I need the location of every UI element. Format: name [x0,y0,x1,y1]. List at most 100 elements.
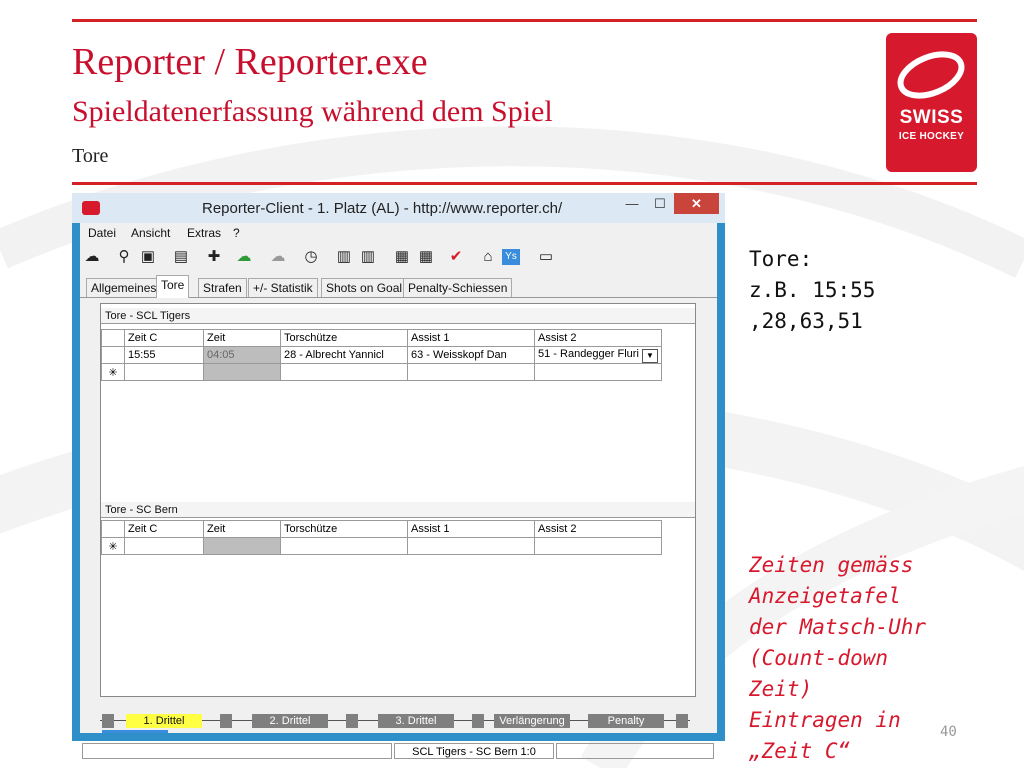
tore-panel: Tore - SCL Tigers Zeit C Zeit Torschütze… [100,303,696,697]
table-header-row: Zeit C Zeit Torschütze Assist 1 Assist 2 [101,329,662,347]
clipboard-icon[interactable]: ▤ [171,247,191,267]
save-icon[interactable]: ▣ [138,247,158,267]
period-verlaengerung[interactable]: Verlängerung [494,714,570,728]
slide-section: Tore [72,145,109,167]
new-row-marker[interactable]: ✳ [101,363,125,381]
menu-bar: Datei Ansicht Extras ? [80,223,717,243]
tab-shots-on-goal[interactable]: Shots on Goal [321,278,408,297]
cloud-download-icon[interactable]: ☁ [82,247,102,267]
header-rule [72,182,977,185]
zeit-cell [203,537,281,555]
menu-ansicht[interactable]: Ansicht [131,226,170,240]
torschuetze-cell[interactable] [280,363,408,381]
period-bar: 1. Drittel 2. Drittel 3. Drittel Verläng… [80,710,717,733]
zeit-c-cell[interactable]: 15:55 [124,346,204,364]
period-3-drittel[interactable]: 3. Drittel [378,714,454,728]
column-header[interactable]: Zeit C [124,329,204,347]
team-icon[interactable]: ▦ [416,247,436,267]
maximize-button[interactable]: ☐ [646,193,674,214]
column-header[interactable]: Zeit C [124,520,204,538]
swiss-ice-hockey-logo: SWISS ICE HOCKEY [886,33,977,172]
search-icon[interactable]: ⚲ [114,247,134,267]
assist1-cell[interactable]: 63 - Weisskopf Dan [407,346,535,364]
goals-table-away: Zeit C Zeit Torschütze Assist 1 Assist 2… [101,520,662,555]
column-header[interactable]: Zeit [203,329,281,347]
menu-extras[interactable]: Extras [187,226,221,240]
period-marker[interactable] [220,714,232,728]
puck-swoosh-icon [897,51,965,99]
window-titlebar[interactable]: Reporter-Client - 1. Platz (AL) - http:/… [72,193,725,223]
assist1-cell[interactable] [407,537,535,555]
period-marker[interactable] [472,714,484,728]
home-icon[interactable]: ⌂ [478,247,498,267]
status-field-empty [82,743,392,759]
column-header[interactable]: Torschütze [280,520,408,538]
period-progress [102,730,168,733]
period-1-drittel[interactable]: 1. Drittel [126,714,202,728]
period-marker[interactable] [102,714,114,728]
tab-tore[interactable]: Tore [156,275,190,298]
checkmark-icon[interactable]: ✔ [446,247,466,267]
assist1-cell[interactable] [407,363,535,381]
assist2-cell[interactable] [534,363,662,381]
column-header[interactable]: Zeit [203,520,281,538]
row-header-cell [101,329,125,347]
team-icon[interactable]: ▦ [392,247,412,267]
assist2-cell[interactable] [534,537,662,555]
new-row: ✳ [101,363,662,381]
cloud-icon[interactable]: ☁ [268,247,288,267]
column-header[interactable]: Assist 1 [407,520,535,538]
tab-allgemeines[interactable]: Allgemeines [86,278,162,297]
zeit-c-cell[interactable] [124,363,204,381]
status-bar: SCL Tigers - SC Bern 1:0 [80,742,717,760]
column-header[interactable]: Assist 2 [534,329,662,347]
torschuetze-cell[interactable] [280,537,408,555]
tab-penalty-schiessen[interactable]: Penalty-Schiessen [403,278,513,297]
page-number: 40 [940,724,957,740]
row-header-cell[interactable] [101,346,125,364]
close-button[interactable]: ✕ [674,193,719,214]
chevron-down-icon[interactable]: ▼ [642,348,658,363]
menu-help[interactable]: ? [233,226,240,240]
app-icon [82,201,100,215]
torschuetze-cell[interactable]: 28 - Albrecht Yannicl [280,346,408,364]
tv-icon[interactable]: ▭ [536,247,556,267]
assist2-cell[interactable]: ▼ 51 - Randegger Fluri [534,346,662,364]
note-tore-example: Tore: z.B. 15:55 ,28,63,51 [749,247,876,333]
cloud-upload-icon[interactable]: ☁ [234,247,254,267]
menu-datei[interactable]: Datei [88,226,116,240]
table-row: 15:55 04:05 28 - Albrecht Yannicl 63 - W… [101,346,662,364]
player-add-icon[interactable]: ✚ [204,247,224,267]
zeit-cell [203,363,281,381]
logo-line2: ICE HOCKEY [898,131,965,142]
stopwatch-icon[interactable]: ◷ [301,247,321,267]
slide-subtitle: Spieldatenerfassung während dem Spiel [72,95,553,128]
zeit-c-cell[interactable] [124,537,204,555]
status-score: SCL Tigers - SC Bern 1:0 [394,743,554,759]
period-marker[interactable] [346,714,358,728]
group-header-home: Tore - SCL Tigers [101,308,695,324]
window-title: Reporter-Client - 1. Platz (AL) - http:/… [202,200,563,217]
column-header[interactable]: Torschütze [280,329,408,347]
tab-strafen[interactable]: Strafen [198,278,247,297]
lineup-icon[interactable]: ▥ [334,247,354,267]
period-marker[interactable] [676,714,688,728]
column-header[interactable]: Assist 1 [407,329,535,347]
zeit-cell: 04:05 [203,346,281,364]
new-row-marker[interactable]: ✳ [101,537,125,555]
tab-strip: Allgemeines Tore Strafen +/- Statistik S… [80,275,717,298]
tab-plus-minus-statistik[interactable]: +/- Statistik [248,278,318,297]
ys-icon[interactable]: Ys [502,249,520,265]
group-header-away: Tore - SC Bern [101,502,695,518]
minimize-button[interactable]: — [618,193,646,214]
column-header[interactable]: Assist 2 [534,520,662,538]
status-field-empty [556,743,714,759]
logo-line1: SWISS [899,107,964,128]
period-2-drittel[interactable]: 2. Drittel [252,714,328,728]
lineup-icon[interactable]: ▥ [358,247,378,267]
row-header-cell [101,520,125,538]
toolbar: ☁ ⚲ ▣ ▤ ✚ ☁ ☁ ◷ ▥ ▥ ▦ ▦ ✔ ⌂ Ys ▭ [80,245,717,271]
slide-title: Reporter / Reporter.exe [72,41,428,83]
period-penalty[interactable]: Penalty [588,714,664,728]
assist2-value: 51 - Randegger Fluri [538,347,639,360]
